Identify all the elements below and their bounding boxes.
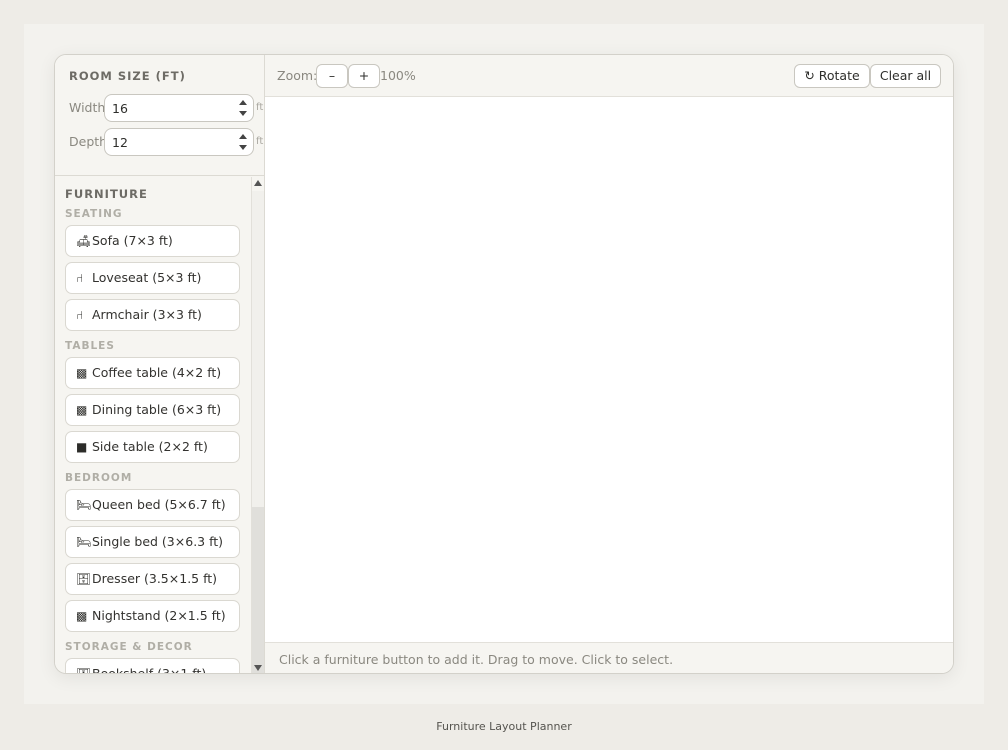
- scroll-up-icon[interactable]: [254, 180, 262, 186]
- square-icon: ■: [76, 440, 88, 454]
- depth-unit: ft: [256, 136, 264, 147]
- furniture-button-armchair[interactable]: ⑁ Armchair (3×3 ft): [65, 299, 240, 331]
- room-size-title: ROOM SIZE (FT): [69, 69, 186, 83]
- width-spinner[interactable]: [239, 99, 247, 117]
- furniture-button-label: Loveseat (5×3 ft): [92, 270, 202, 285]
- bookshelf-icon: 🗄: [76, 667, 92, 674]
- furniture-button-dining-table[interactable]: ▩ Dining table (6×3 ft): [65, 394, 240, 426]
- status-bar: Click a furniture button to add it. Drag…: [265, 642, 953, 673]
- spinner-down-icon[interactable]: [239, 145, 247, 150]
- group-label-tables: TABLES: [65, 340, 115, 352]
- catalog-scrollbar[interactable]: [251, 177, 264, 673]
- scrollbar-track[interactable]: [252, 191, 264, 673]
- furniture-button-nightstand[interactable]: ▩ Nightstand (2×1.5 ft): [65, 600, 240, 632]
- cabinet-icon: 🗄: [76, 572, 92, 586]
- furniture-button-label: Sofa (7×3 ft): [92, 233, 173, 248]
- furniture-button-dresser[interactable]: 🗄Dresser (3.5×1.5 ft): [65, 563, 240, 595]
- spinner-up-icon[interactable]: [239, 134, 247, 139]
- width-input[interactable]: 16: [104, 94, 254, 122]
- zoom-out-button[interactable]: –: [316, 64, 348, 88]
- page-background: ROOM SIZE (FT) Width 16 ft Depth 12 ft F…: [24, 24, 984, 704]
- zoom-label: Zoom:: [277, 68, 318, 83]
- furniture-button-coffee-table[interactable]: ▩ Coffee table (4×2 ft): [65, 357, 240, 389]
- group-label-storage-decor: STORAGE & DECOR: [65, 641, 193, 653]
- bed-icon: 🛏: [76, 498, 92, 512]
- toolbar: Zoom: – + 100% ↻ Rotate Clear all: [265, 55, 953, 97]
- depth-input[interactable]: 12: [104, 128, 254, 156]
- planner-window: ROOM SIZE (FT) Width 16 ft Depth 12 ft F…: [54, 54, 954, 674]
- depth-spinner[interactable]: [239, 133, 247, 151]
- furniture-button-label: Coffee table (4×2 ft): [92, 365, 222, 380]
- width-label: Width: [69, 100, 106, 115]
- sofa-icon: 🛋: [76, 234, 92, 248]
- table-icon: ▩: [76, 366, 88, 380]
- page-caption: Furniture Layout Planner: [436, 720, 572, 733]
- width-unit: ft: [256, 102, 264, 113]
- depth-label: Depth: [69, 134, 108, 149]
- bed-icon: 🛏: [76, 535, 92, 549]
- chair-icon: ⑁: [76, 308, 84, 322]
- scroll-down-icon[interactable]: [254, 665, 262, 671]
- furniture-button-single-bed[interactable]: 🛏Single bed (3×6.3 ft): [65, 526, 240, 558]
- group-label-seating: SEATING: [65, 208, 123, 220]
- sidebar: ROOM SIZE (FT) Width 16 ft Depth 12 ft F…: [55, 55, 265, 674]
- spinner-up-icon[interactable]: [239, 100, 247, 105]
- clear-all-button[interactable]: Clear all: [870, 64, 941, 88]
- furniture-title: FURNITURE: [65, 187, 148, 201]
- furniture-button-queen-bed[interactable]: 🛏Queen bed (5×6.7 ft): [65, 489, 240, 521]
- furniture-button-label: Dining table (6×3 ft): [92, 402, 222, 417]
- rotate-button[interactable]: ↻ Rotate: [794, 64, 870, 88]
- furniture-button-sofa[interactable]: 🛋Sofa (7×3 ft): [65, 225, 240, 257]
- furniture-button-label: Armchair (3×3 ft): [92, 307, 202, 322]
- spinner-down-icon[interactable]: [239, 111, 247, 116]
- zoom-value: 100%: [380, 68, 416, 83]
- furniture-button-label: Dresser (3.5×1.5 ft): [92, 571, 218, 586]
- table-icon: ▩: [76, 609, 88, 623]
- furniture-button-bookshelf[interactable]: 🗄Bookshelf (3×1 ft): [65, 658, 240, 674]
- furniture-button-label: Nightstand (2×1.5 ft): [92, 608, 226, 623]
- furniture-catalog: FURNITURE SEATING 🛋Sofa (7×3 ft) ⑁ Lovese…: [55, 177, 251, 674]
- scrollbar-thumb[interactable]: [252, 507, 264, 673]
- furniture-button-label: Queen bed (5×6.7 ft): [92, 497, 226, 512]
- furniture-button-label: Bookshelf (3×1 ft): [92, 666, 207, 674]
- width-value: 16: [112, 101, 128, 116]
- furniture-button-label: Single bed (3×6.3 ft): [92, 534, 224, 549]
- table-icon: ▩: [76, 403, 88, 417]
- chair-icon: ⑁: [76, 271, 84, 285]
- furniture-button-loveseat[interactable]: ⑁ Loveseat (5×3 ft): [65, 262, 240, 294]
- furniture-button-side-table[interactable]: ■ Side table (2×2 ft): [65, 431, 240, 463]
- zoom-in-button[interactable]: +: [348, 64, 380, 88]
- depth-value: 12: [112, 135, 128, 150]
- status-text: Click a furniture button to add it. Drag…: [279, 652, 674, 667]
- group-label-bedroom: BEDROOM: [65, 472, 133, 484]
- room-size-panel: ROOM SIZE (FT) Width 16 ft Depth 12 ft: [55, 55, 264, 176]
- furniture-button-label: Side table (2×2 ft): [92, 439, 208, 454]
- room-canvas[interactable]: [265, 97, 953, 642]
